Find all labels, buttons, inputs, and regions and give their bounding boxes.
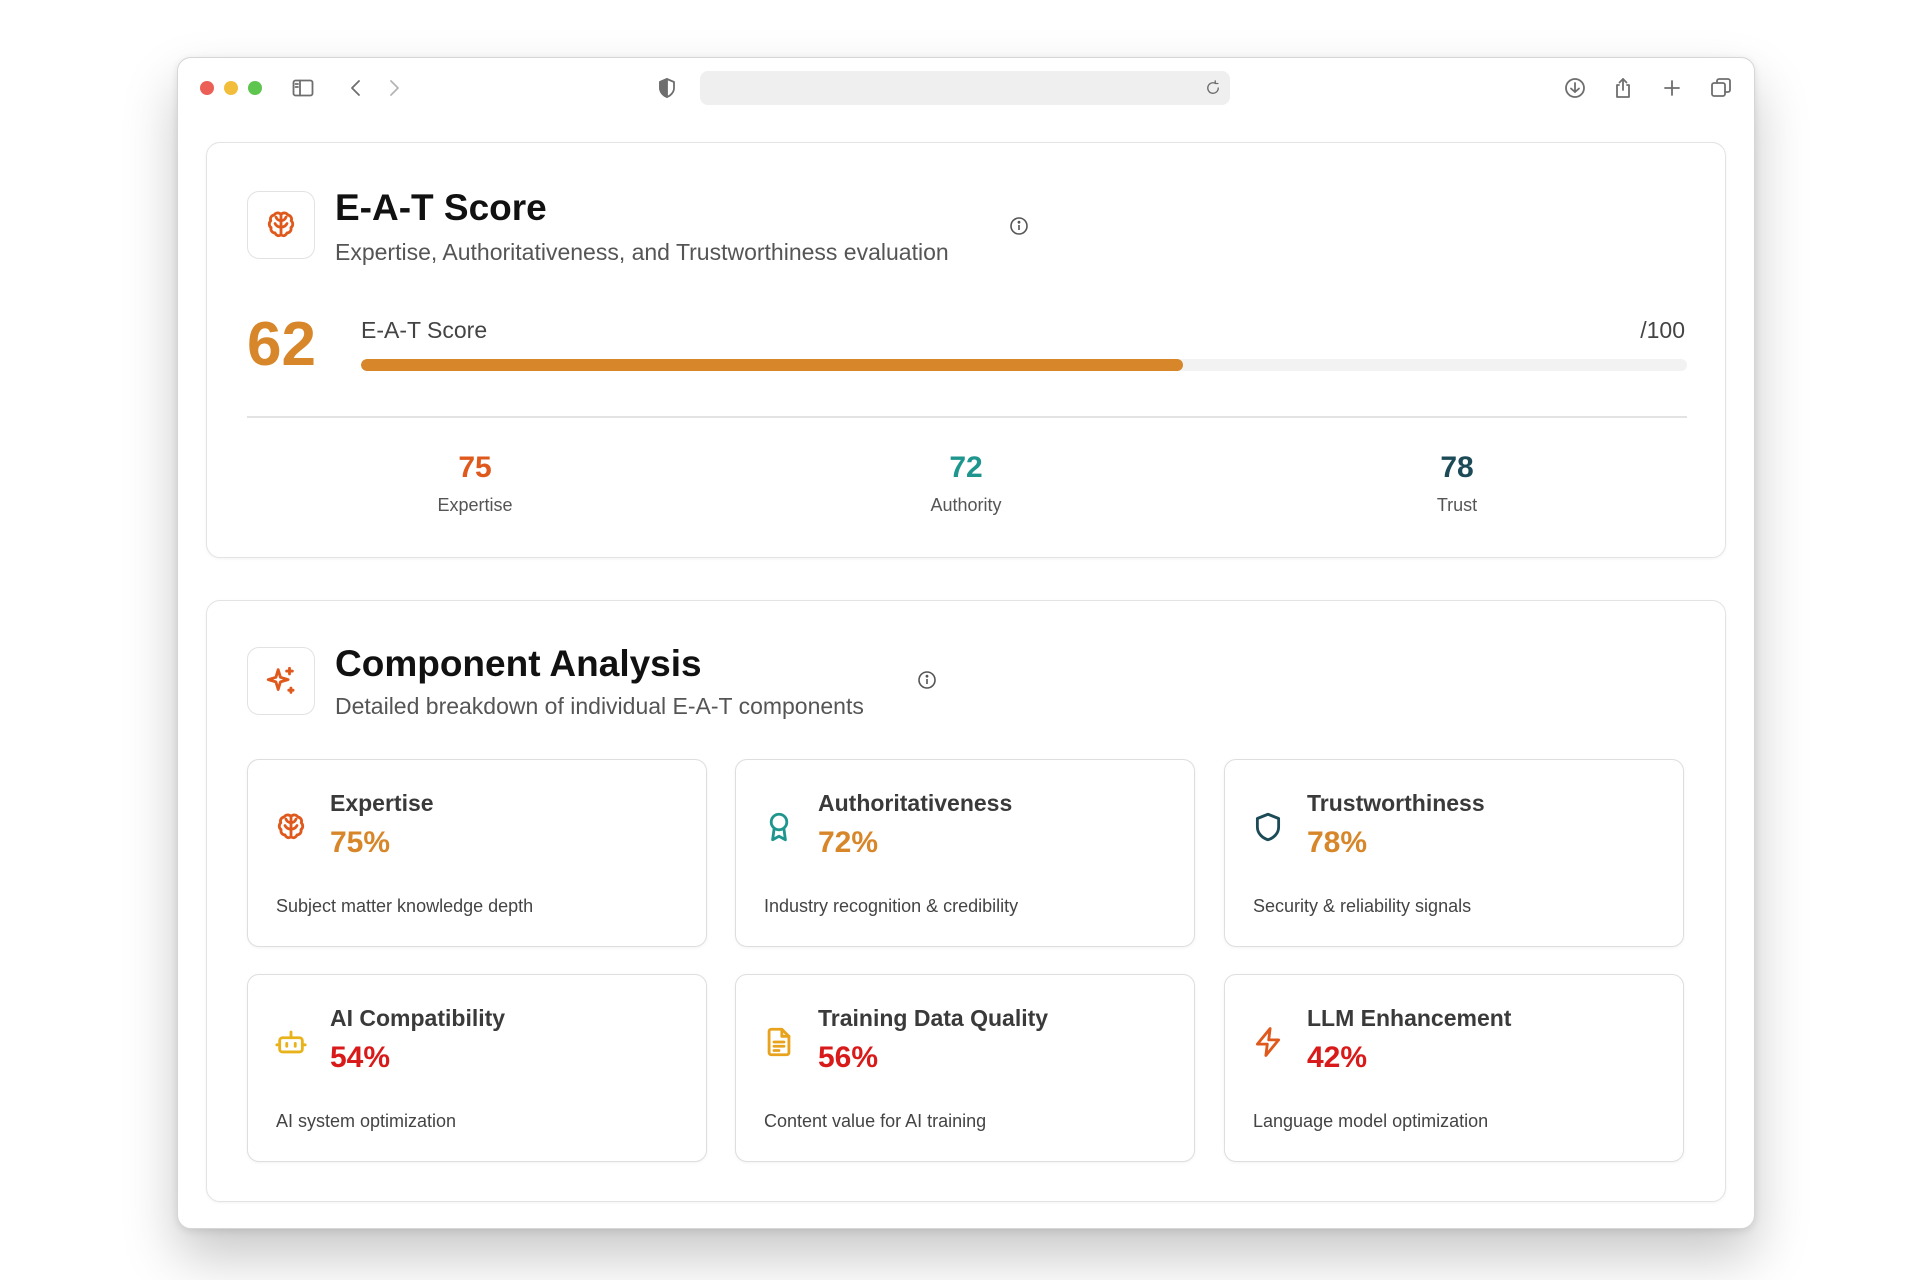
brain-icon xyxy=(274,810,308,844)
expertise-subscore: 75 Expertise xyxy=(325,451,625,516)
browser-window: E-A-T Score Expertise, Authoritativeness… xyxy=(177,57,1755,1229)
info-icon[interactable] xyxy=(917,670,937,690)
bot-icon xyxy=(274,1025,308,1059)
divider xyxy=(247,416,1687,418)
component-description: AI system optimization xyxy=(276,1111,457,1131)
component-card-subtitle: Detailed breakdown of individual E-A-T c… xyxy=(335,693,864,719)
trust-subscore-value: 78 xyxy=(1440,451,1474,484)
component-title: LLM Enhancement xyxy=(1307,1005,1512,1031)
eat-score-progress-fill xyxy=(361,359,1184,371)
component-description: Security & reliability signals xyxy=(1253,896,1472,916)
component-value: 72% xyxy=(818,826,879,859)
authority-subscore-label: Authority xyxy=(930,495,1002,515)
component-value: 75% xyxy=(330,826,391,859)
address-bar[interactable] xyxy=(700,71,1230,105)
forward-icon[interactable] xyxy=(380,74,408,102)
trust-subscore-label: Trust xyxy=(1436,495,1478,515)
eat-score-value: 62 xyxy=(247,310,316,379)
component-card-title: Component Analysis xyxy=(335,643,702,684)
component-value: 78% xyxy=(1307,826,1368,859)
sidebar-icon[interactable] xyxy=(289,74,317,102)
eat-card-subtitle: Expertise, Authoritativeness, and Trustw… xyxy=(335,239,949,265)
eat-score-card: E-A-T Score Expertise, Authoritativeness… xyxy=(206,142,1726,558)
share-icon[interactable] xyxy=(1609,74,1637,102)
component-expertise[interactable]: Expertise 75% Subject matter knowledge d… xyxy=(247,759,707,947)
component-value: 54% xyxy=(330,1041,391,1074)
new-tab-icon[interactable] xyxy=(1658,74,1686,102)
component-description: Industry recognition & credibility xyxy=(764,896,1019,916)
component-training-data-quality[interactable]: Training Data Quality 56% Content value … xyxy=(735,974,1195,1162)
component-title: Trustworthiness xyxy=(1307,790,1485,816)
component-trustworthiness[interactable]: Trustworthiness 78% Security & reliabili… xyxy=(1224,759,1684,947)
expertise-subscore-value: 75 xyxy=(458,451,492,484)
brain-icon xyxy=(247,191,315,259)
authority-subscore-value: 72 xyxy=(949,451,983,484)
component-llm-enhancement[interactable]: LLM Enhancement 42% Language model optim… xyxy=(1224,974,1684,1162)
component-authoritativeness[interactable]: Authoritativeness 72% Industry recogniti… xyxy=(735,759,1195,947)
sparkles-icon xyxy=(247,647,315,715)
component-description: Content value for AI training xyxy=(764,1111,987,1131)
component-title: Training Data Quality xyxy=(818,1005,1049,1031)
component-description: Language model optimization xyxy=(1253,1111,1489,1131)
trust-subscore: 78 Trust xyxy=(1307,451,1607,516)
info-icon[interactable] xyxy=(1009,216,1029,236)
tabs-icon[interactable] xyxy=(1707,74,1735,102)
shield-icon[interactable] xyxy=(653,74,681,102)
file-text-icon xyxy=(762,1025,796,1059)
component-value: 42% xyxy=(1307,1041,1368,1074)
award-icon xyxy=(762,810,796,844)
eat-score-bar-label: E-A-T Score xyxy=(361,317,488,343)
component-title: Expertise xyxy=(330,790,434,816)
browser-toolbar xyxy=(178,58,1754,118)
component-description: Subject matter knowledge depth xyxy=(276,896,534,916)
minimize-window-button[interactable] xyxy=(224,81,238,95)
eat-score-max: /100 xyxy=(1640,317,1685,343)
download-icon[interactable] xyxy=(1561,74,1589,102)
close-window-button[interactable] xyxy=(200,81,214,95)
reload-icon[interactable] xyxy=(1200,75,1226,101)
component-value: 56% xyxy=(818,1041,879,1074)
shield-icon xyxy=(1251,810,1285,844)
component-ai-compatibility[interactable]: AI Compatibility 54% AI system optimizat… xyxy=(247,974,707,1162)
authority-subscore: 72 Authority xyxy=(816,451,1116,516)
eat-card-title: E-A-T Score xyxy=(335,187,547,228)
component-analysis-card: Component Analysis Detailed breakdown of… xyxy=(206,600,1726,1202)
component-title: Authoritativeness xyxy=(818,790,1013,816)
component-title: AI Compatibility xyxy=(330,1005,506,1031)
maximize-window-button[interactable] xyxy=(248,81,262,95)
back-icon[interactable] xyxy=(342,74,370,102)
expertise-subscore-label: Expertise xyxy=(437,495,513,515)
eat-score-progress-bar xyxy=(361,359,1687,371)
zap-icon xyxy=(1251,1025,1285,1059)
